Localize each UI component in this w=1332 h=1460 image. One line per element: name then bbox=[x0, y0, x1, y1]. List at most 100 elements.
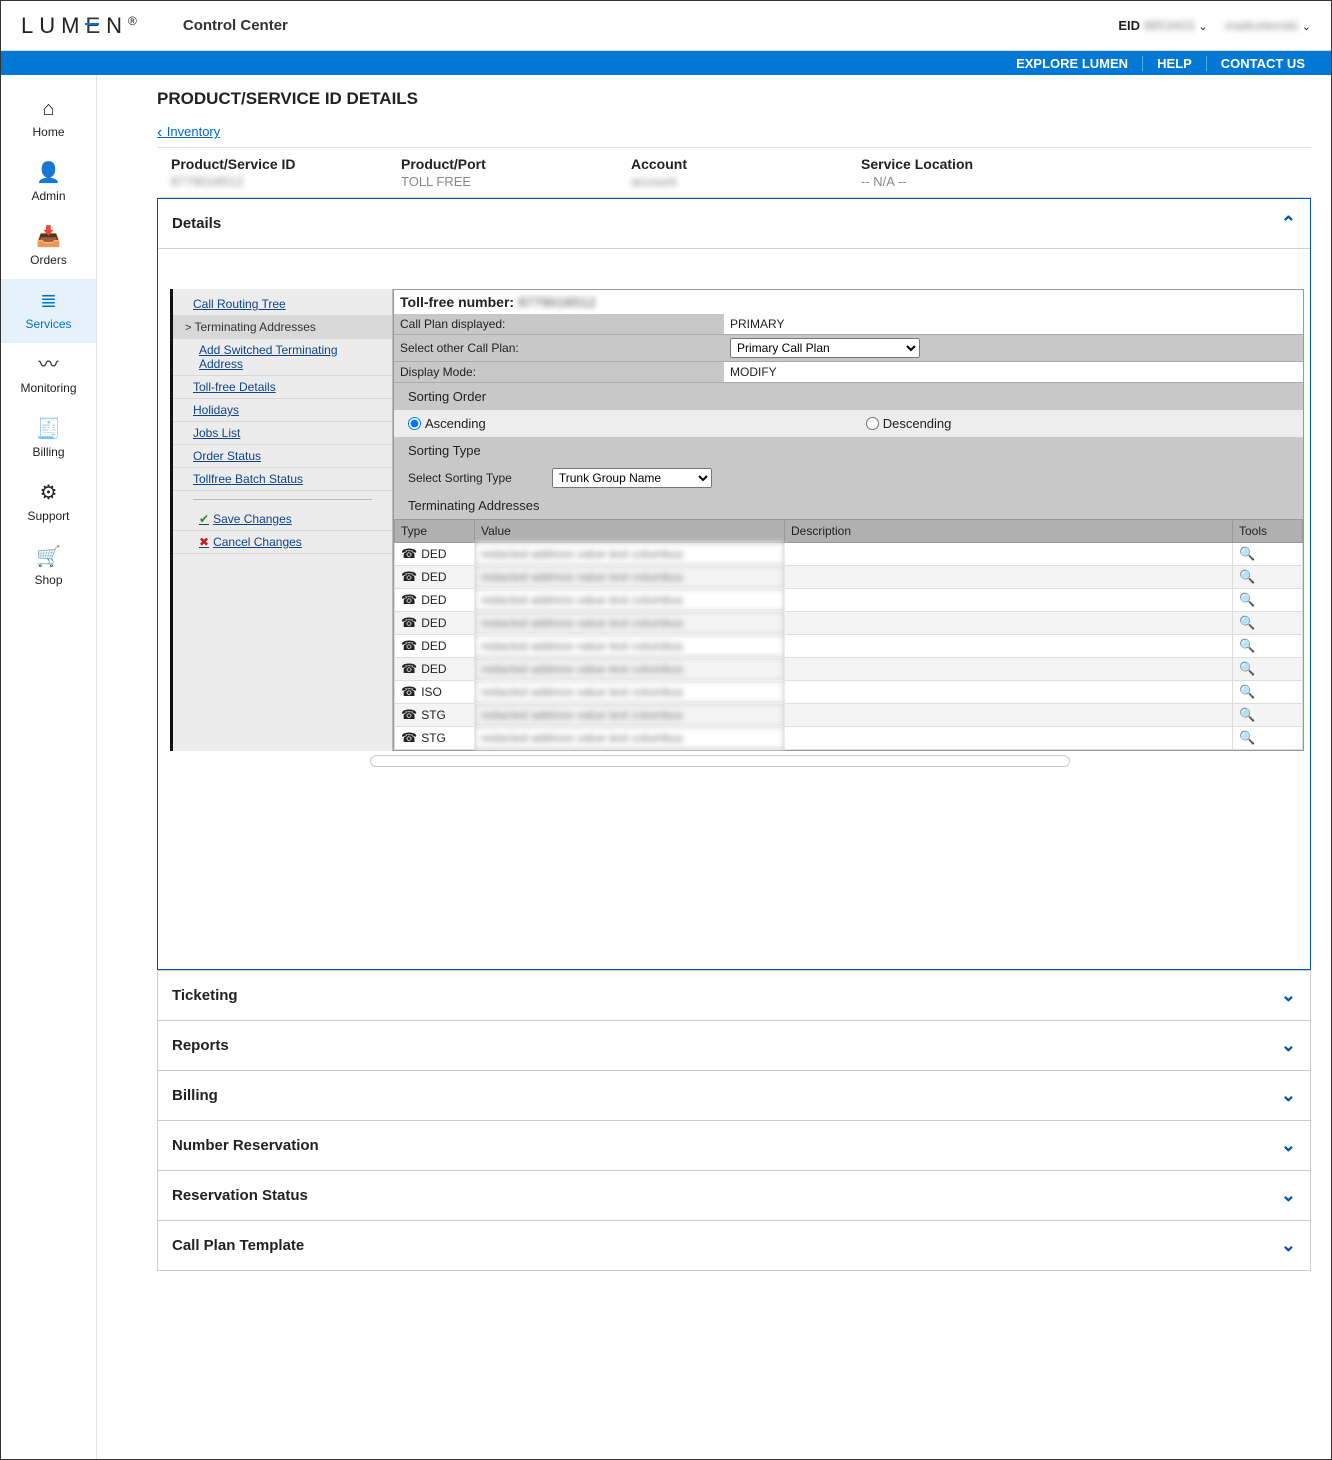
sidenav-admin[interactable]: 👤Admin bbox=[1, 151, 96, 215]
logo: LUMEN® bbox=[21, 13, 143, 39]
cell-desc bbox=[785, 658, 1233, 681]
cell-desc bbox=[785, 566, 1233, 589]
acc-callplan-template[interactable]: Call Plan Template⌄ bbox=[158, 1220, 1310, 1270]
sidenav-billing[interactable]: 🧾Billing bbox=[1, 407, 96, 471]
acc-reservation-status[interactable]: Reservation Status⌄ bbox=[158, 1170, 1310, 1220]
terminating-addresses-label: Terminating Addresses bbox=[394, 492, 1303, 519]
sort-desc-radio[interactable] bbox=[866, 417, 879, 430]
sort-asc[interactable]: Ascending bbox=[408, 416, 486, 431]
nav-help[interactable]: HELP bbox=[1142, 56, 1206, 71]
chevron-down-icon: ⌄ bbox=[1302, 21, 1311, 33]
magnifier-icon[interactable]: 🔍 bbox=[1239, 707, 1255, 722]
chevron-down-icon: ⌄ bbox=[1281, 1185, 1296, 1206]
sidenav-support[interactable]: ⚙Support bbox=[1, 471, 96, 535]
magnifier-icon[interactable]: 🔍 bbox=[1239, 684, 1255, 699]
tree-terminating-addresses[interactable]: Terminating Addresses bbox=[173, 316, 392, 339]
user-icon: 👤 bbox=[36, 163, 61, 183]
tree-jobs[interactable]: Jobs List bbox=[173, 422, 392, 445]
back-to-inventory[interactable]: Inventory bbox=[157, 123, 1311, 141]
cell-tools: 🔍 bbox=[1233, 566, 1303, 589]
details-header[interactable]: Details ⌃ bbox=[158, 199, 1310, 249]
cell-tools: 🔍 bbox=[1233, 681, 1303, 704]
eid-dropdown[interactable]: EID 8853403⌄ bbox=[1118, 18, 1207, 33]
magnifier-icon[interactable]: 🔍 bbox=[1239, 615, 1255, 630]
acc-reports[interactable]: Reports⌄ bbox=[158, 1020, 1310, 1070]
chevron-down-icon: ⌄ bbox=[1281, 1085, 1296, 1106]
nav-contact[interactable]: CONTACT US bbox=[1206, 56, 1319, 71]
sort-desc[interactable]: Descending bbox=[866, 416, 952, 431]
content-footer-box bbox=[370, 755, 1070, 767]
cell-tools: 🔍 bbox=[1233, 543, 1303, 566]
cancel-changes[interactable]: Cancel Changes bbox=[173, 531, 392, 554]
cell-tools: 🔍 bbox=[1233, 635, 1303, 658]
magnifier-icon[interactable]: 🔍 bbox=[1239, 638, 1255, 653]
main: PRODUCT/SERVICE ID DETAILS Inventory Pro… bbox=[97, 75, 1331, 1459]
details-panel: Details ⌃ Call Routing Tree Terminating … bbox=[157, 198, 1311, 970]
table-row: DEDredacted address value text columbus🔍 bbox=[395, 635, 1303, 658]
chevron-up-icon: ⌃ bbox=[1281, 213, 1296, 234]
acc-number-reservation[interactable]: Number Reservation⌄ bbox=[158, 1120, 1310, 1170]
magnifier-icon[interactable]: 🔍 bbox=[1239, 730, 1255, 745]
display-mode-label: Display Mode: bbox=[394, 362, 724, 382]
summary-product-value: TOLL FREE bbox=[401, 174, 631, 189]
tree-order-status[interactable]: Order Status bbox=[173, 445, 392, 468]
home-icon: ⌂ bbox=[42, 99, 54, 119]
cell-value: redacted address value text columbus bbox=[475, 704, 785, 727]
select-other-callplan[interactable]: Primary Call Plan bbox=[730, 338, 920, 358]
col-value: Value bbox=[475, 520, 785, 543]
sidenav-shop[interactable]: 🛒Shop bbox=[1, 535, 96, 599]
magnifier-icon[interactable]: 🔍 bbox=[1239, 546, 1255, 561]
table-row: STGredacted address value text columbus🔍 bbox=[395, 727, 1303, 750]
global-nav: EXPLORE LUMEN HELP CONTACT US bbox=[1, 51, 1331, 75]
gear-icon: ⚙ bbox=[40, 483, 58, 503]
cell-desc bbox=[785, 704, 1233, 727]
table-row: DEDredacted address value text columbus🔍 bbox=[395, 658, 1303, 681]
summary-bar: Product/Service ID8779018512 Product/Por… bbox=[157, 147, 1311, 198]
nav-explore[interactable]: EXPLORE LUMEN bbox=[1002, 56, 1142, 71]
cell-desc bbox=[785, 681, 1233, 704]
table-row: DEDredacted address value text columbus🔍 bbox=[395, 612, 1303, 635]
tree-add-switched[interactable]: Add Switched Terminating Address bbox=[173, 339, 392, 376]
cell-desc bbox=[785, 727, 1233, 750]
cell-value: redacted address value text columbus bbox=[475, 681, 785, 704]
sidenav-services[interactable]: ≣Services bbox=[1, 279, 96, 343]
magnifier-icon[interactable]: 🔍 bbox=[1239, 569, 1255, 584]
tree-batch-status[interactable]: Tollfree Batch Status bbox=[173, 468, 392, 491]
app-title: Control Center bbox=[183, 17, 288, 34]
sidenav-orders[interactable]: 📥Orders bbox=[1, 215, 96, 279]
display-mode-value: MODIFY bbox=[724, 362, 1303, 382]
summary-location-value: -- N/A -- bbox=[861, 174, 1091, 189]
sidenav-home[interactable]: ⌂Home bbox=[1, 87, 96, 151]
cell-type: DED bbox=[395, 612, 475, 635]
sorting-type-label: Sorting Type bbox=[394, 437, 1303, 464]
table-row: DEDredacted address value text columbus🔍 bbox=[395, 543, 1303, 566]
tree-call-routing[interactable]: Call Routing Tree bbox=[173, 293, 392, 316]
acc-billing[interactable]: Billing⌄ bbox=[158, 1070, 1310, 1120]
accordion: Ticketing⌄ Reports⌄ Billing⌄ Number Rese… bbox=[157, 970, 1311, 1271]
select-sorting-type[interactable]: Trunk Group Name bbox=[552, 468, 712, 488]
table-row: DEDredacted address value text columbus🔍 bbox=[395, 566, 1303, 589]
tollfree-value: 8779018512 bbox=[518, 294, 596, 310]
select-sorting-label: Select Sorting Type bbox=[408, 471, 512, 485]
user-dropdown[interactable]: mattcelenski⌄ bbox=[1226, 18, 1311, 33]
sorting-order-options: Ascending Descending bbox=[394, 410, 1303, 437]
col-tools: Tools bbox=[1233, 520, 1303, 543]
magnifier-icon[interactable]: 🔍 bbox=[1239, 592, 1255, 607]
save-changes[interactable]: Save Changes bbox=[173, 508, 392, 531]
chevron-down-icon: ⌄ bbox=[1281, 985, 1296, 1006]
tree-tollfree-details[interactable]: Toll-free Details bbox=[173, 376, 392, 399]
sort-asc-radio[interactable] bbox=[408, 417, 421, 430]
tree-holidays[interactable]: Holidays bbox=[173, 399, 392, 422]
table-row: DEDredacted address value text columbus🔍 bbox=[395, 589, 1303, 612]
sidenav-monitoring[interactable]: 〰Monitoring bbox=[1, 343, 96, 407]
cell-desc bbox=[785, 635, 1233, 658]
cell-type: DED bbox=[395, 635, 475, 658]
callplan-displayed-value: PRIMARY bbox=[724, 314, 1303, 334]
cell-value: redacted address value text columbus bbox=[475, 543, 785, 566]
invoice-icon: 🧾 bbox=[36, 419, 61, 439]
cell-type: STG bbox=[395, 704, 475, 727]
summary-account-label: Account bbox=[631, 156, 861, 172]
sidenav: ⌂Home 👤Admin 📥Orders ≣Services 〰Monitori… bbox=[1, 75, 97, 1459]
acc-ticketing[interactable]: Ticketing⌄ bbox=[158, 970, 1310, 1020]
magnifier-icon[interactable]: 🔍 bbox=[1239, 661, 1255, 676]
